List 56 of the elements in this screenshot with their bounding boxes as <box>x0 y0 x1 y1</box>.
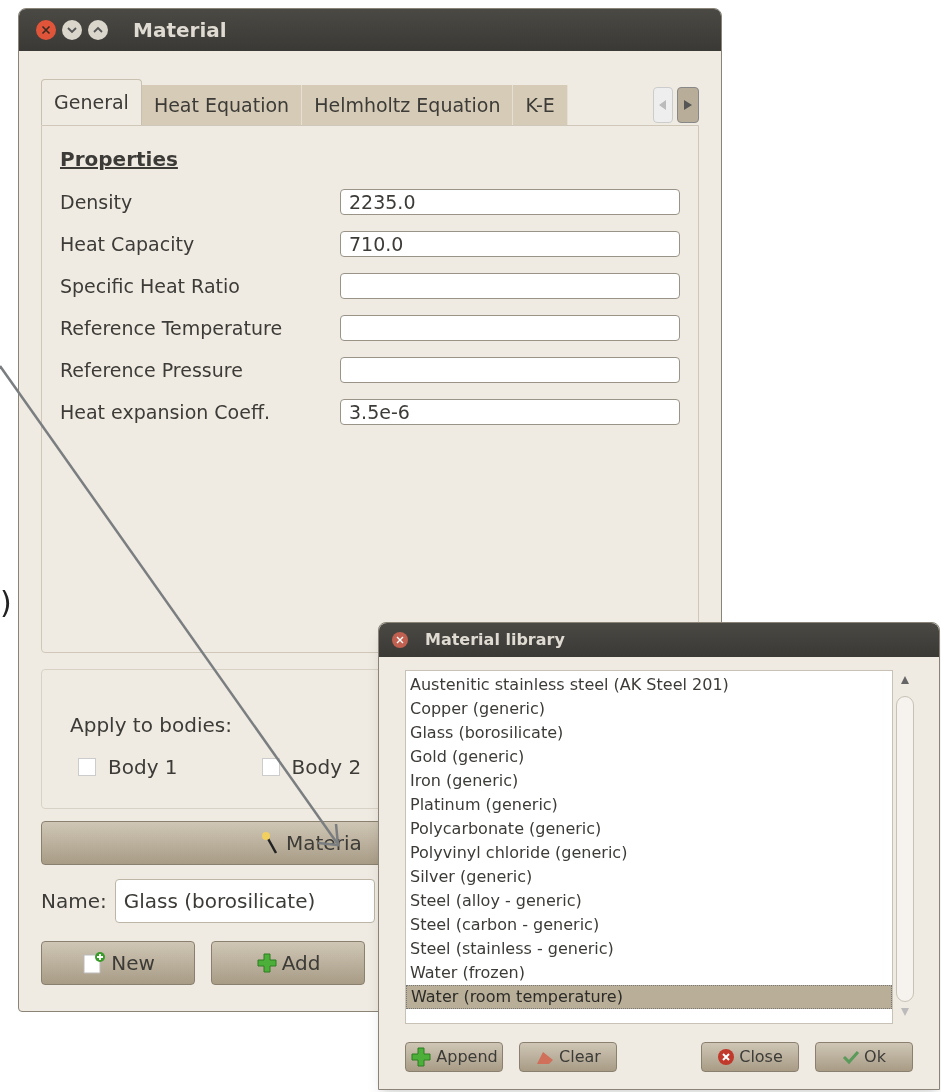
dialog-button[interactable]: Clear <box>519 1042 617 1072</box>
property-label: Heat expansion Coeff. <box>60 399 272 425</box>
list-item[interactable]: Glass (borosilicate) <box>406 721 893 745</box>
edge-text: ) <box>0 584 12 622</box>
property-field[interactable] <box>340 315 680 341</box>
list-item[interactable]: Steel (carbon - generic) <box>406 913 893 937</box>
section-title: Properties <box>60 146 179 173</box>
property-label: Specific Heat Ratio <box>60 273 241 299</box>
checkmark-icon <box>842 1049 861 1065</box>
down-arrow-icon <box>901 1008 910 1016</box>
property-field[interactable] <box>340 273 680 299</box>
tab[interactable]: Heat Equation <box>141 85 303 125</box>
property-field[interactable]: 2235.0 <box>340 189 680 215</box>
name-label: Name: <box>41 888 107 915</box>
property-field[interactable] <box>340 357 680 383</box>
right-arrow-icon <box>684 100 692 110</box>
close-icon[interactable] <box>391 631 409 649</box>
dialog-button[interactable]: Append <box>405 1042 503 1072</box>
property-label: Density <box>60 189 134 215</box>
dialog-button[interactable]: Close <box>701 1042 799 1072</box>
dialog-button[interactable]: Ok <box>815 1042 913 1072</box>
list-item[interactable]: Austenitic stainless steel (AK Steel 201) <box>406 673 893 697</box>
list-item[interactable]: Iron (generic) <box>406 769 893 793</box>
list-item[interactable]: Water (room temperature) <box>406 985 893 1009</box>
body-checkbox[interactable]: Body 1 <box>78 752 178 782</box>
tab[interactable]: Helmholtz Equation <box>302 85 514 125</box>
action-button[interactable]: New <box>41 941 195 985</box>
tab[interactable]: General <box>41 79 142 125</box>
property-label: Reference Temperature <box>60 315 284 341</box>
maximize-icon[interactable] <box>87 19 109 41</box>
list-item[interactable]: Steel (stainless - generic) <box>406 937 893 961</box>
action-button[interactable]: Add <box>211 941 365 985</box>
property-field[interactable]: 710.0 <box>340 231 680 257</box>
tab[interactable]: K-E <box>513 85 568 125</box>
property-field[interactable]: 3.5e-6 <box>340 399 680 425</box>
list-item[interactable]: Silver (generic) <box>406 865 893 889</box>
list-item[interactable]: Platinum (generic) <box>406 793 893 817</box>
close-icon <box>717 1048 736 1066</box>
list-item[interactable]: Steel (alloy - generic) <box>406 889 893 913</box>
property-label: Reference Pressure <box>60 357 244 383</box>
up-arrow-icon <box>901 676 910 684</box>
plus-icon <box>410 1046 433 1068</box>
minimize-icon[interactable] <box>61 19 83 41</box>
list-item[interactable]: Water (frozen) <box>406 961 893 985</box>
name-field[interactable]: Glass (borosilicate) <box>114 879 375 923</box>
property-label: Heat Capacity <box>60 231 196 257</box>
list-item[interactable]: Gold (generic) <box>406 745 893 769</box>
new-document-icon <box>81 951 108 975</box>
dialog-title: Material library <box>425 629 565 651</box>
left-arrow-icon <box>659 100 667 110</box>
apply-label: Apply to bodies: <box>70 712 232 739</box>
list-item[interactable]: Copper (generic) <box>406 697 893 721</box>
window-title: Material <box>133 17 227 44</box>
scroll-right-button[interactable] <box>677 87 699 123</box>
body-checkbox[interactable]: Body 2 <box>261 752 362 782</box>
plus-icon <box>255 952 278 974</box>
